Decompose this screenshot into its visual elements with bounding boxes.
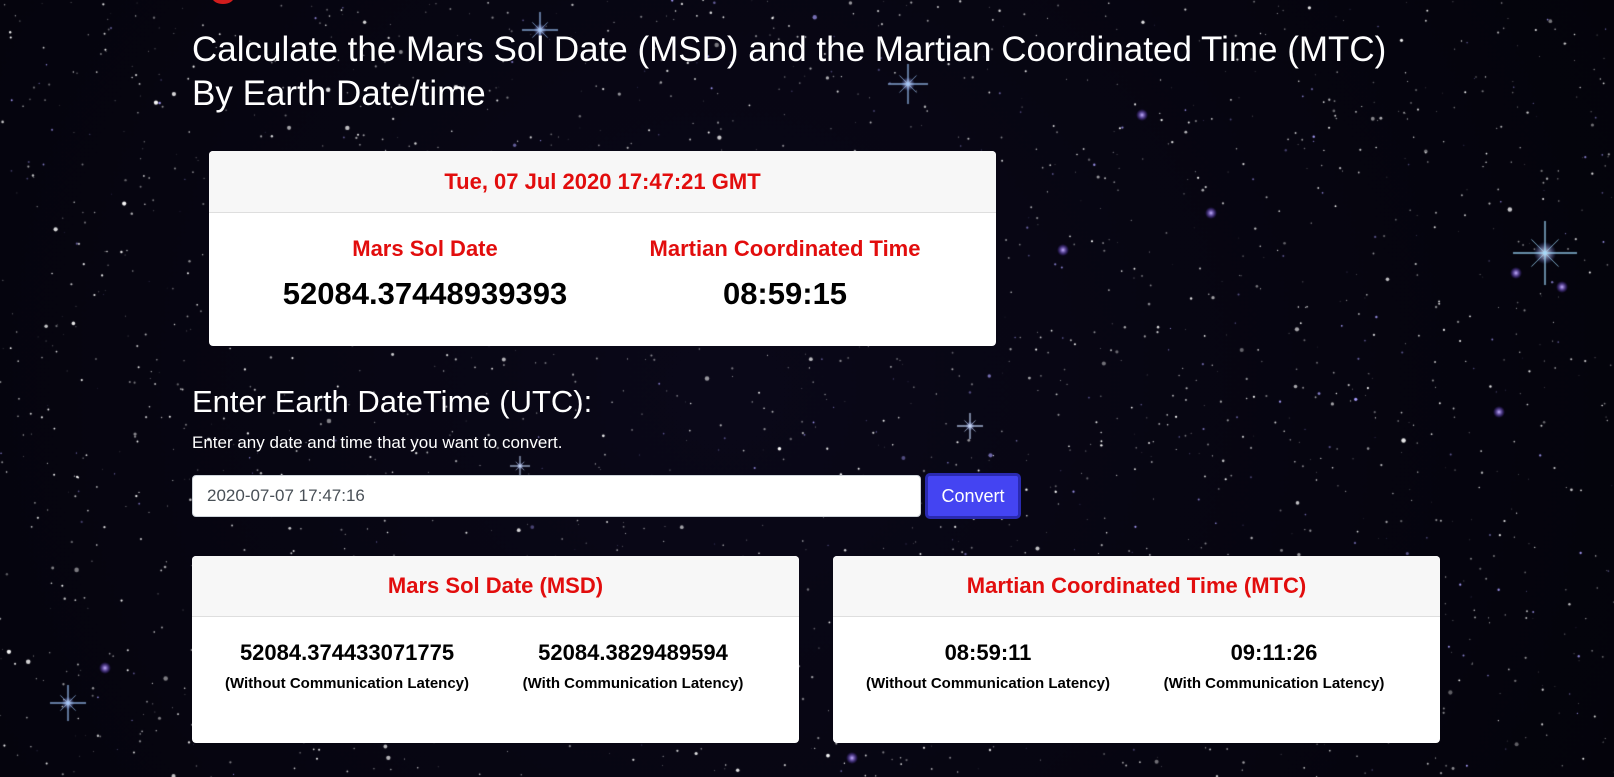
msd-with-latency: 52084.3829489594 (With Communication Lat… <box>493 640 773 693</box>
mtc-with-latency: 09:11:26 (With Communication Latency) <box>1134 640 1414 693</box>
earth-datetime-input[interactable] <box>192 475 921 517</box>
convert-button[interactable]: Convert <box>925 473 1021 519</box>
msd-without-latency-label: (Without Communication Latency) <box>224 675 470 692</box>
current-mtc-label: Martian Coordinated Time <box>649 236 921 261</box>
page-title-line2: By Earth Date/time <box>192 74 486 113</box>
msd-without-latency: 52084.374433071775 (Without Communicatio… <box>207 640 487 693</box>
msd-with-latency-label: (With Communication Latency) <box>522 675 744 692</box>
current-mtc: Martian Coordinated Time 08:59:15 <box>595 235 975 312</box>
page-content: Calculate the Mars Sol Date (MSD) and th… <box>0 0 1614 777</box>
mtc-without-latency: 08:59:11 (Without Communication Latency) <box>848 640 1128 693</box>
mtc-with-latency-value: 09:11:26 <box>1230 640 1318 665</box>
current-timestamp: Tue, 07 Jul 2020 17:47:21 GMT <box>209 151 996 213</box>
msd-result-card: Mars Sol Date (MSD) 52084.374433071775 (… <box>192 556 799 743</box>
mtc-result-title: Martian Coordinated Time (MTC) <box>833 556 1440 617</box>
page-title: Calculate the Mars Sol Date (MSD) and th… <box>192 28 1452 116</box>
current-msd-value: 52084.37448939393 <box>282 276 568 311</box>
mtc-with-latency-label: (With Communication Latency) <box>1163 675 1385 692</box>
current-msd: Mars Sol Date 52084.37448939393 <box>235 235 615 312</box>
page-title-line1: Calculate the Mars Sol Date (MSD) and th… <box>192 30 1387 69</box>
mtc-result-card: Martian Coordinated Time (MTC) 08:59:11 … <box>833 556 1440 743</box>
current-time-card: Tue, 07 Jul 2020 17:47:21 GMT Mars Sol D… <box>209 151 996 346</box>
mtc-without-latency-label: (Without Communication Latency) <box>865 675 1111 692</box>
msd-without-latency-value: 52084.374433071775 <box>239 640 455 665</box>
converter-hint: Enter any date and time that you want to… <box>192 433 563 452</box>
logo[interactable] <box>212 0 234 4</box>
converter-heading: Enter Earth DateTime (UTC): <box>192 384 593 419</box>
mtc-without-latency-value: 08:59:11 <box>944 640 1032 665</box>
msd-with-latency-value: 52084.3829489594 <box>538 640 728 665</box>
msd-result-title: Mars Sol Date (MSD) <box>192 556 799 617</box>
current-msd-label: Mars Sol Date <box>352 236 498 261</box>
current-mtc-value: 08:59:15 <box>722 276 848 311</box>
